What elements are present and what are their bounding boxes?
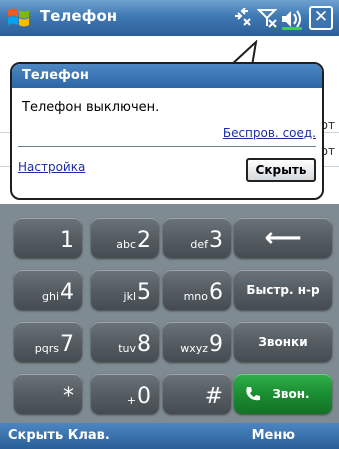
windows-start-icon[interactable] [6, 5, 32, 31]
bubble-message: Телефон выключен. [22, 100, 160, 115]
key-letters: tuv [118, 342, 136, 355]
bubble-title: Телефон [12, 64, 322, 88]
key-letters: pqrs [34, 342, 59, 355]
key-star[interactable]: * [14, 374, 82, 414]
key-0[interactable]: + 0 [91, 374, 159, 414]
signal-off-icon[interactable] [257, 8, 279, 30]
key-6[interactable]: mno 6 [163, 270, 231, 310]
key-letters: wxyz [180, 342, 208, 355]
key-5[interactable]: jkl 5 [91, 270, 159, 310]
key-4[interactable]: ghi 4 [14, 270, 82, 310]
divider [18, 146, 316, 147]
key-digit: 5 [137, 280, 151, 305]
key-1[interactable]: 1 [14, 218, 82, 258]
notification-bubble: Телефон Телефон выключен. Беспров. соед.… [10, 62, 324, 200]
key-digit: 6 [209, 280, 223, 305]
key-digit: 4 [60, 280, 74, 305]
key-letters: mno [183, 290, 208, 303]
key-hash[interactable]: # [163, 374, 231, 414]
close-button[interactable]: ✕ [309, 6, 333, 30]
dial-keypad: 1 abc 2 def 3 ⟵ ghi 4 jkl 5 mno 6 Быстр.… [0, 204, 339, 423]
calls-label: Звонки [258, 335, 308, 349]
key-digit: 3 [209, 228, 223, 253]
key-letters: + [126, 394, 136, 407]
key-digit: * [63, 384, 74, 409]
key-digit: 1 [60, 228, 74, 253]
connectivity-off-icon[interactable] [232, 8, 254, 28]
key-digit: 7 [60, 332, 74, 357]
key-digit: 8 [137, 332, 151, 357]
wireless-connections-link[interactable]: Беспров. соед. [223, 126, 316, 140]
speed-dial-label: Быстр. н-р [246, 283, 320, 297]
key-2[interactable]: abc 2 [91, 218, 159, 258]
settings-link[interactable]: Настройка [18, 160, 85, 174]
title-bar: Телефон ✕ [0, 0, 339, 36]
key-letters: abc [116, 238, 136, 251]
key-letters: def [190, 238, 208, 251]
key-digit: # [204, 384, 223, 409]
volume-icon[interactable] [280, 8, 304, 30]
backspace-button[interactable]: ⟵ [234, 218, 332, 258]
key-3[interactable]: def 3 [163, 218, 231, 258]
key-digit: 9 [209, 332, 223, 357]
key-7[interactable]: pqrs 7 [14, 322, 82, 362]
call-button[interactable]: Звон. [234, 374, 332, 414]
softkey-bar: Скрыть Клав. Меню [0, 423, 339, 449]
key-9[interactable]: wxyz 9 [163, 322, 231, 362]
hide-button[interactable]: Скрыть [246, 158, 316, 182]
backspace-icon: ⟵ [264, 223, 302, 253]
calls-button[interactable]: Звонки [234, 322, 332, 362]
key-letters: jkl [123, 290, 136, 303]
key-digit: 2 [137, 228, 151, 253]
hide-keyboard-softkey[interactable]: Скрыть Клав. [8, 428, 110, 443]
speed-dial-button[interactable]: Быстр. н-р [234, 270, 332, 310]
app-title: Телефон [40, 7, 118, 25]
key-letters: ghi [41, 290, 59, 303]
key-digit: 0 [137, 384, 151, 409]
key-8[interactable]: tuv 8 [91, 322, 159, 362]
call-label: Звон. [272, 387, 310, 401]
menu-softkey[interactable]: Меню [252, 428, 295, 443]
